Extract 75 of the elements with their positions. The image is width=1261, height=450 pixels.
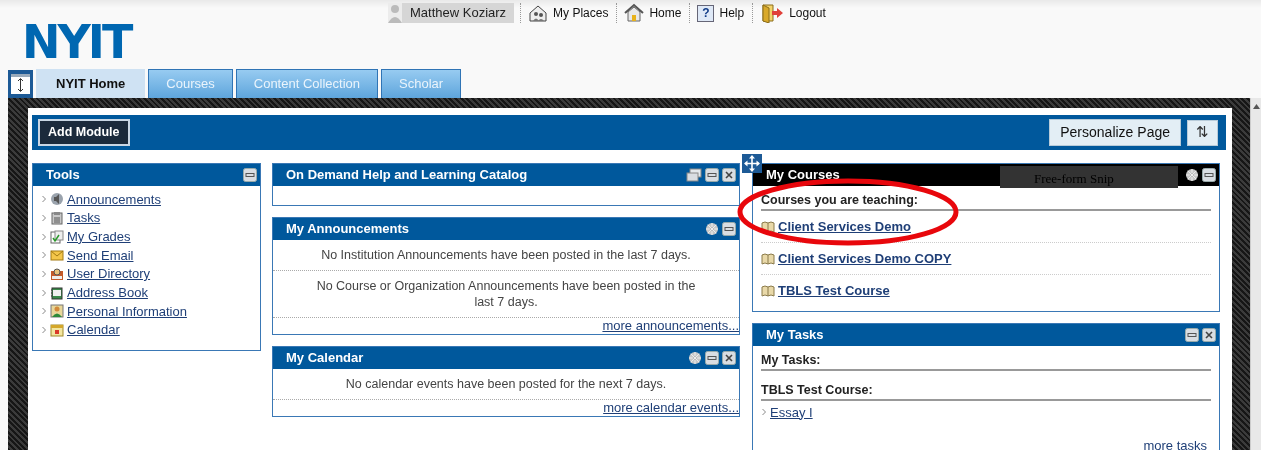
calendar-icon: [50, 323, 64, 338]
minimize-icon[interactable]: [243, 168, 257, 182]
scroll-up-icon[interactable]: [1252, 104, 1260, 109]
add-module-button[interactable]: Add Module: [38, 119, 130, 146]
settings-icon[interactable]: [1185, 168, 1199, 182]
module-header[interactable]: My Tasks: [753, 324, 1219, 346]
clipboard-icon: [50, 211, 64, 226]
move-handle-icon[interactable]: [742, 154, 762, 173]
close-icon[interactable]: [722, 168, 736, 182]
tab[interactable]: NYIT Home: [36, 69, 146, 98]
course-link[interactable]: TBLS Test Course: [778, 281, 890, 301]
settings-icon[interactable]: [705, 222, 719, 236]
scrollbar[interactable]: [1250, 98, 1261, 450]
module-title: On Demand Help and Learning Catalog: [286, 166, 528, 185]
more-link[interactable]: more calendar events...: [603, 400, 739, 415]
close-icon[interactable]: [1202, 328, 1216, 342]
book-icon: [761, 219, 775, 234]
user-name-badge[interactable]: Matthew Koziarz: [388, 3, 515, 23]
message-text: No calendar events have been posted for the next 7 days.: [273, 369, 739, 400]
door-arrow-icon: [760, 3, 785, 23]
module-title: My Calendar: [286, 349, 364, 368]
tool-link[interactable]: Calendar: [67, 320, 120, 340]
speaker-icon: [50, 192, 64, 207]
book-icon: [761, 284, 775, 298]
tool-link[interactable]: Send Email: [67, 245, 134, 266]
minimize-icon[interactable]: [705, 351, 719, 365]
settings-icon[interactable]: [688, 351, 702, 365]
minimize-icon[interactable]: [705, 168, 719, 182]
task-link[interactable]: Essay I: [770, 402, 813, 423]
more-link[interactable]: more tasks: [1143, 437, 1207, 450]
module-header[interactable]: My Calendar: [273, 347, 739, 369]
logo[interactable]: NYIT: [22, 22, 132, 62]
close-icon[interactable]: [722, 351, 736, 365]
section-heading: Courses you are teaching:: [761, 193, 1211, 211]
minimize-icon[interactable]: [1185, 328, 1199, 342]
module-title: My Tasks: [766, 326, 824, 345]
top-nav-link[interactable]: Home: [616, 3, 690, 23]
top-nav-link[interactable]: ? Help: [689, 3, 753, 23]
tool-link[interactable]: Announcements: [67, 189, 161, 210]
person-card-icon: [50, 304, 64, 319]
top-nav-link[interactable]: My Places: [520, 3, 617, 23]
reorder-button[interactable]: ⇅: [1187, 119, 1218, 146]
house-people-icon: [528, 3, 549, 23]
module-header[interactable]: On Demand Help and Learning Catalog: [273, 164, 739, 186]
help-icon: ?: [697, 4, 715, 22]
section-heading: TBLS Test Course:: [761, 383, 1211, 401]
person-book-icon: [50, 267, 64, 282]
minimize-icon[interactable]: [722, 222, 736, 236]
checklist-icon: [50, 229, 64, 244]
book-icon: [761, 251, 775, 266]
user-silhouette-icon: [388, 3, 402, 23]
address-book-icon: [50, 285, 64, 300]
module-title: My Announcements: [286, 220, 410, 239]
popout-icon[interactable]: [686, 168, 702, 182]
section-heading: My Tasks:: [761, 353, 1211, 371]
module-title: Tools: [46, 166, 80, 185]
module-title: My Courses: [766, 166, 840, 185]
message-text: No Course or Organization Announcements have been posted in the last 7 days.: [273, 271, 739, 318]
module-header[interactable]: My Announcements: [273, 218, 739, 240]
home-icon: [624, 3, 645, 23]
envelope-icon: [50, 248, 64, 263]
module-header[interactable]: Tools: [33, 164, 260, 186]
course-link[interactable]: Client Services Demo COPY: [778, 248, 952, 269]
personalize-page-button[interactable]: Personalize Page: [1049, 119, 1181, 146]
expand-icon[interactable]: [8, 70, 33, 98]
minimize-icon[interactable]: [1202, 168, 1216, 182]
tool-link[interactable]: User Directory: [67, 264, 151, 284]
course-link[interactable]: Client Services Demo: [778, 216, 911, 237]
more-link[interactable]: more announcements...: [602, 318, 739, 333]
tool-link[interactable]: Address Book: [67, 283, 148, 303]
message-text: No Institution Announcements have been posted in the last 7 days.: [273, 240, 739, 271]
top-nav-link[interactable]: Logout: [752, 3, 834, 23]
tool-link[interactable]: My Grades: [67, 226, 131, 247]
tool-link[interactable]: Tasks: [67, 208, 101, 228]
tool-link[interactable]: Personal Information: [67, 301, 187, 322]
